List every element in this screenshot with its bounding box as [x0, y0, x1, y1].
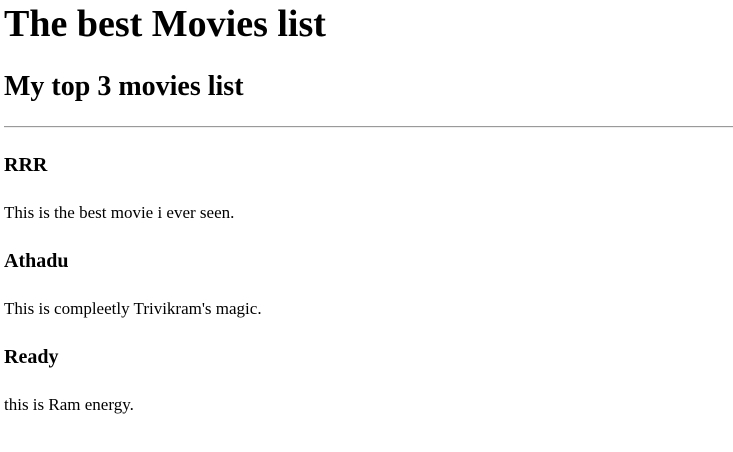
- page-title: The best Movies list: [4, 3, 326, 45]
- divider: [4, 126, 733, 128]
- movie-entry-ready: Ready this is Ram energy.: [4, 345, 729, 415]
- movie-entry-athadu: Athadu This is compleetly Trivikram's ma…: [4, 249, 729, 319]
- page-subtitle: My top 3 movies list: [4, 71, 244, 102]
- movie-title: Athadu: [4, 250, 69, 272]
- movie-title: RRR: [4, 154, 48, 176]
- movie-description: this is Ram energy.: [4, 395, 134, 414]
- movie-description: This is compleetly Trivikram's magic.: [4, 299, 262, 318]
- movie-entry-rrr: RRR This is the best movie i ever seen.: [4, 153, 729, 223]
- movie-description: This is the best movie i ever seen.: [4, 203, 235, 222]
- movie-title: Ready: [4, 346, 59, 368]
